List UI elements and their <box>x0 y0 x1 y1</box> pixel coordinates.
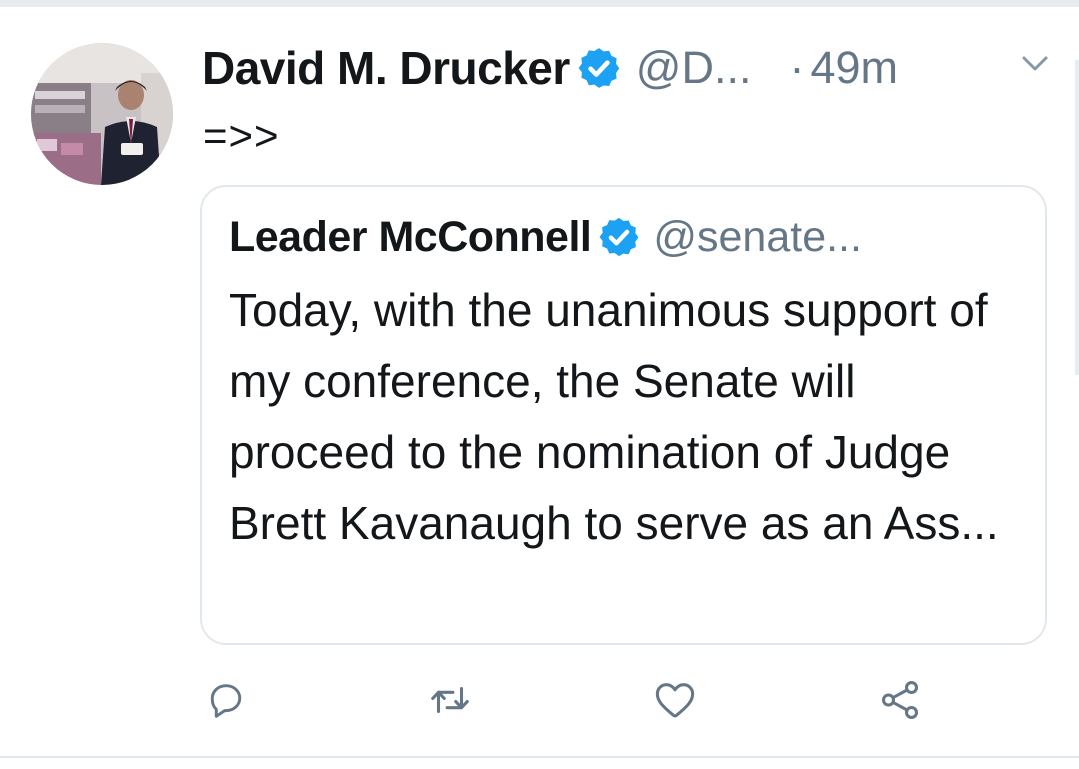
bottom-divider <box>0 756 1079 758</box>
like-button[interactable] <box>645 670 705 730</box>
scroll-edge <box>1075 60 1079 375</box>
top-divider <box>0 0 1079 7</box>
quoted-author-name: Leader McConnell <box>229 212 592 261</box>
tweet-timestamp[interactable]: 49m <box>810 42 898 94</box>
time-separator: · <box>789 42 805 93</box>
heart-icon <box>655 683 695 718</box>
avatar[interactable] <box>31 43 173 185</box>
verified-badge-icon <box>576 45 622 91</box>
tweet-actions <box>0 670 1079 730</box>
tweet-text: =>> <box>203 112 280 159</box>
profile-photo-icon <box>31 43 173 185</box>
author-name[interactable]: David M. Drucker <box>202 41 570 95</box>
retweet-button[interactable] <box>420 670 480 730</box>
quoted-author-handle: @senate... <box>653 212 862 261</box>
quoted-tweet-header: Leader McConnell @senate... <box>229 209 862 265</box>
reply-button[interactable] <box>196 670 256 730</box>
quoted-tweet-text: Today, with the unanimous support of my … <box>229 284 999 549</box>
author-handle[interactable]: @D... <box>636 42 752 94</box>
share-icon <box>881 681 919 719</box>
share-button[interactable] <box>870 670 930 730</box>
verified-badge-icon <box>597 215 641 259</box>
tweet-header: David M. Drucker @D... · 49m <box>202 40 898 96</box>
reply-icon <box>210 684 242 718</box>
chevron-down-icon[interactable] <box>1018 52 1052 76</box>
quoted-tweet[interactable]: Leader McConnell @senate... Today, with … <box>200 185 1047 645</box>
retweet-icon <box>431 686 469 714</box>
